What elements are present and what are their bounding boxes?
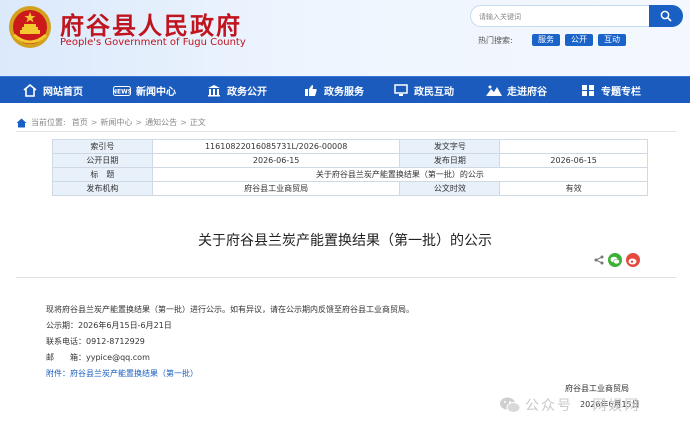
- hot-tag-service[interactable]: 服务: [532, 34, 560, 46]
- svg-text:NEWS: NEWS: [113, 88, 131, 95]
- document-meta-table: 索引号 11610822016085731L/2026-00008 发文字号 公…: [52, 139, 649, 196]
- body-line-email: 邮 箱：yypice@qq.com: [46, 353, 150, 362]
- breadcrumb-news[interactable]: 新闻中心: [100, 117, 132, 128]
- weibo-icon: [628, 258, 637, 264]
- nav-item-label: 政民互动: [414, 87, 454, 98]
- breadcrumb: 当前位置: 首页 > 新闻中心 > 通知公告 > 正文: [16, 117, 206, 128]
- signature-org: 府谷县工业商贸局: [565, 384, 629, 393]
- meta-value: 11610822016085731L/2026-00008: [151, 139, 401, 154]
- attachment-label: 附件：: [46, 369, 70, 378]
- meta-label: 发布机构: [52, 181, 153, 196]
- meta-label: 标 题: [52, 167, 153, 182]
- home-icon: [22, 84, 38, 98]
- nav-item-news[interactable]: NEWS 新闻中心: [113, 77, 176, 104]
- body-paragraph: 现将府谷县兰炭产能置换结果（第一批）进行公示。如有异议，请在公示期内反馈至府谷县…: [46, 305, 414, 314]
- wechat-share-button[interactable]: [608, 253, 622, 267]
- home-icon: [16, 118, 27, 127]
- nav-item-label: 专题专栏: [601, 87, 641, 98]
- table-row: 公开日期 2026-06-15 发布日期 2026-06-15: [52, 153, 648, 168]
- table-row: 标 题 关于府谷县兰炭产能置换结果（第一批）的公示: [52, 167, 649, 182]
- news-icon: NEWS: [113, 84, 131, 98]
- nav-item-label: 走进府谷: [507, 87, 547, 98]
- meta-value: 府谷县工业商贸局: [151, 181, 401, 196]
- wechat-icon: [610, 256, 620, 264]
- nav-item-label: 网站首页: [43, 87, 83, 98]
- nav-item-special[interactable]: 专题专栏: [580, 77, 641, 104]
- divider: [16, 131, 676, 132]
- breadcrumb-separator: >: [135, 118, 143, 127]
- body-line-phone: 联系电话：0912-8712929: [46, 337, 145, 346]
- breadcrumb-separator: >: [90, 118, 98, 127]
- weibo-share-button[interactable]: [626, 253, 640, 267]
- watermark-text: 公众号 · 网娱网: [525, 398, 641, 414]
- nav-item-interaction[interactable]: 政民互动: [393, 77, 454, 104]
- breadcrumb-label: 当前位置:: [31, 118, 66, 127]
- meta-label: 索引号: [52, 139, 153, 154]
- watermark: 公众号 · 网娱网: [499, 395, 640, 415]
- building-icon: [206, 84, 222, 98]
- nav-item-label: 新闻中心: [136, 87, 176, 98]
- meta-value: 2026-06-15: [151, 153, 401, 168]
- search-icon: [660, 10, 672, 22]
- landscape-icon: [486, 84, 502, 98]
- main-nav: 网站首页 NEWS 新闻中心 政务公开 政务服务 政民互动 走进府谷 专题专栏: [0, 76, 690, 103]
- share-button[interactable]: [592, 253, 606, 267]
- nav-item-label: 政务公开: [227, 87, 267, 98]
- nav-item-label: 政务服务: [324, 87, 364, 98]
- table-row: 发布机构 府谷县工业商贸局 公文时效 有效: [52, 181, 648, 196]
- hot-tag-open[interactable]: 公开: [565, 34, 593, 46]
- body-line-period: 公示期：2026年6月15日-6月21日: [46, 321, 172, 330]
- meta-label: 公开日期: [52, 153, 153, 168]
- wechat-logo-icon: [500, 397, 521, 413]
- hot-tag-interact[interactable]: 互动: [598, 34, 626, 46]
- meta-label: 公文时效: [399, 181, 501, 196]
- meta-value: 有效: [499, 181, 648, 196]
- meta-label: 发文字号: [399, 139, 501, 154]
- nav-item-service[interactable]: 政务服务: [303, 77, 364, 104]
- nav-item-home[interactable]: 网站首页: [22, 77, 83, 104]
- breadcrumb-current: 正文: [189, 118, 206, 127]
- nav-item-public[interactable]: 政务公开: [206, 77, 267, 104]
- monitor-icon: [393, 84, 409, 98]
- share-icon: [594, 255, 604, 265]
- attachment: 附件：府谷县兰炭产能置换结果（第一批）: [46, 368, 198, 379]
- site-subtitle: People's Government of Fugu County: [60, 37, 246, 48]
- meta-value: [499, 139, 648, 154]
- column-icon: [580, 84, 596, 98]
- divider: [16, 277, 676, 278]
- thumbs-up-icon: [303, 84, 319, 98]
- site-header: 府谷县人民政府 People's Government of Fugu Coun…: [0, 0, 690, 76]
- nav-item-fugu[interactable]: 走进府谷: [486, 77, 547, 104]
- search-input[interactable]: [479, 9, 639, 24]
- hot-search-label: 热门搜索:: [478, 36, 513, 45]
- attachment-link[interactable]: 府谷县兰炭产能置换结果（第一批）: [70, 369, 198, 378]
- meta-value: 2026-06-15: [499, 153, 648, 168]
- site-title[interactable]: 府谷县人民政府: [60, 6, 242, 41]
- document-title: 关于府谷县兰炭产能置换结果（第一批）的公示: [198, 233, 492, 249]
- breadcrumb-home[interactable]: 首页: [72, 117, 88, 128]
- national-emblem-icon: [9, 6, 51, 48]
- search-button[interactable]: [649, 5, 683, 27]
- breadcrumb-separator: >: [180, 118, 187, 127]
- meta-value: 关于府谷县兰炭产能置换结果（第一批）的公示: [151, 167, 649, 182]
- breadcrumb-notice[interactable]: 通知公告: [145, 117, 177, 128]
- search-box: [470, 5, 683, 27]
- meta-label: 发布日期: [399, 153, 501, 168]
- table-row: 索引号 11610822016085731L/2026-00008 发文字号: [52, 139, 648, 154]
